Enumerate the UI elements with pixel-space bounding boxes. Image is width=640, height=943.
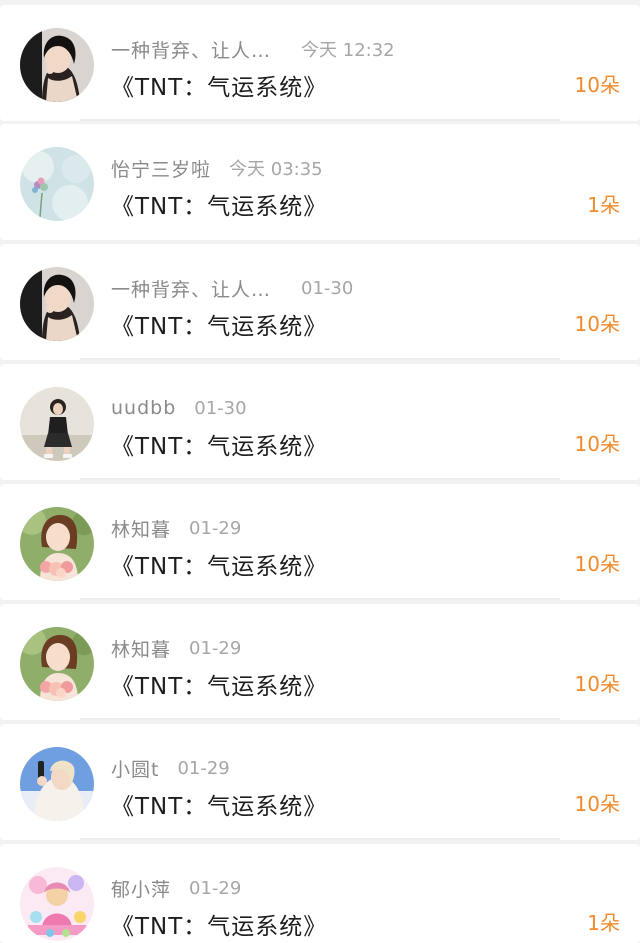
- meta-row: 郁小萍 01-29: [111, 874, 241, 902]
- book-title: 《TNT：气运系统》: [111, 75, 328, 101]
- gift-count: 1朵: [587, 911, 620, 935]
- user-avatar[interactable]: [20, 28, 94, 102]
- list-item[interactable]: 林知暮 01-29 《TNT：气运系统》 10朵: [0, 604, 640, 720]
- user-avatar[interactable]: [20, 747, 94, 821]
- gift-count: 10朵: [574, 552, 620, 576]
- list-item[interactable]: 一种背弃、让人… 今天 12:32 《TNT：气运系统》 10朵: [0, 5, 640, 121]
- meta-row: 小圆t 01-29: [111, 754, 230, 782]
- user-avatar[interactable]: [20, 267, 94, 341]
- gift-count: 10朵: [574, 432, 620, 456]
- timestamp: 01-29: [189, 517, 242, 539]
- user-name[interactable]: 林知暮: [111, 635, 171, 662]
- user-name[interactable]: 一种背弃、让人…: [111, 275, 271, 302]
- list-item[interactable]: 林知暮 01-29 《TNT：气运系统》 10朵: [0, 484, 640, 600]
- user-name[interactable]: uudbb: [111, 397, 176, 419]
- divider: [80, 718, 560, 720]
- timestamp: 今天 12:32: [301, 40, 395, 61]
- gift-count: 10朵: [574, 73, 620, 97]
- user-name[interactable]: 怡宁三岁啦: [111, 155, 211, 182]
- user-avatar[interactable]: [20, 867, 94, 941]
- meta-row: uudbb 01-30: [111, 394, 247, 422]
- divider: [80, 119, 560, 121]
- list-item[interactable]: 郁小萍 01-29 《TNT：气运系统》 1朵: [0, 844, 640, 943]
- timestamp: 01-29: [177, 757, 230, 779]
- girl-dark-hair-avatar-icon: [20, 28, 94, 102]
- gift-count: 10朵: [574, 792, 620, 816]
- divider: [80, 838, 560, 840]
- divider: [80, 598, 560, 600]
- user-avatar[interactable]: [20, 387, 94, 461]
- girl-flowers-avatar-icon: [20, 507, 94, 581]
- book-title: 《TNT：气运系统》: [111, 914, 328, 940]
- user-avatar[interactable]: [20, 627, 94, 701]
- divider: [80, 478, 560, 480]
- timestamp: 01-29: [189, 877, 242, 899]
- user-name[interactable]: 小圆t: [111, 755, 159, 782]
- book-title: 《TNT：气运系统》: [111, 674, 328, 700]
- timestamp: 01-29: [189, 637, 242, 659]
- meta-row: 一种背弃、让人… 今天 12:32: [111, 35, 395, 63]
- user-avatar[interactable]: [20, 507, 94, 581]
- divider: [80, 358, 560, 360]
- user-avatar[interactable]: [20, 147, 94, 221]
- book-title: 《TNT：气运系统》: [111, 314, 328, 340]
- gift-count: 10朵: [574, 672, 620, 696]
- meta-row: 怡宁三岁啦 今天 03:35: [111, 154, 323, 182]
- book-title: 《TNT：气运系统》: [111, 194, 328, 220]
- girl-blue-sky-avatar-icon: [20, 747, 94, 821]
- timestamp: 01-30: [194, 397, 247, 419]
- flower-sky-avatar-icon: [20, 147, 94, 221]
- book-title: 《TNT：气运系统》: [111, 554, 328, 580]
- anime-character-avatar-icon: [20, 867, 94, 941]
- user-name[interactable]: 郁小萍: [111, 875, 171, 902]
- book-title: 《TNT：气运系统》: [111, 434, 328, 460]
- list-item[interactable]: 怡宁三岁啦 今天 03:35 《TNT：气运系统》 1朵: [0, 124, 640, 240]
- user-name[interactable]: 林知暮: [111, 515, 171, 542]
- girl-dark-hair-avatar-icon: [20, 267, 94, 341]
- timestamp: 今天 03:35: [229, 159, 323, 180]
- book-title: 《TNT：气运系统》: [111, 794, 328, 820]
- timestamp: 01-30: [301, 277, 354, 299]
- sitting-girl-avatar-icon: [20, 387, 94, 461]
- list-item[interactable]: 一种背弃、让人… 01-30 《TNT：气运系统》 10朵: [0, 244, 640, 360]
- gift-count: 1朵: [587, 193, 620, 217]
- meta-row: 林知暮 01-29: [111, 634, 241, 662]
- girl-flowers-avatar-icon: [20, 627, 94, 701]
- user-name[interactable]: 一种背弃、让人…: [111, 36, 271, 63]
- list-item[interactable]: 小圆t 01-29 《TNT：气运系统》 10朵: [0, 724, 640, 840]
- gift-count: 10朵: [574, 312, 620, 336]
- meta-row: 林知暮 01-29: [111, 514, 241, 542]
- meta-row: 一种背弃、让人… 01-30: [111, 274, 353, 302]
- list-item[interactable]: uudbb 01-30 《TNT：气运系统》 10朵: [0, 364, 640, 480]
